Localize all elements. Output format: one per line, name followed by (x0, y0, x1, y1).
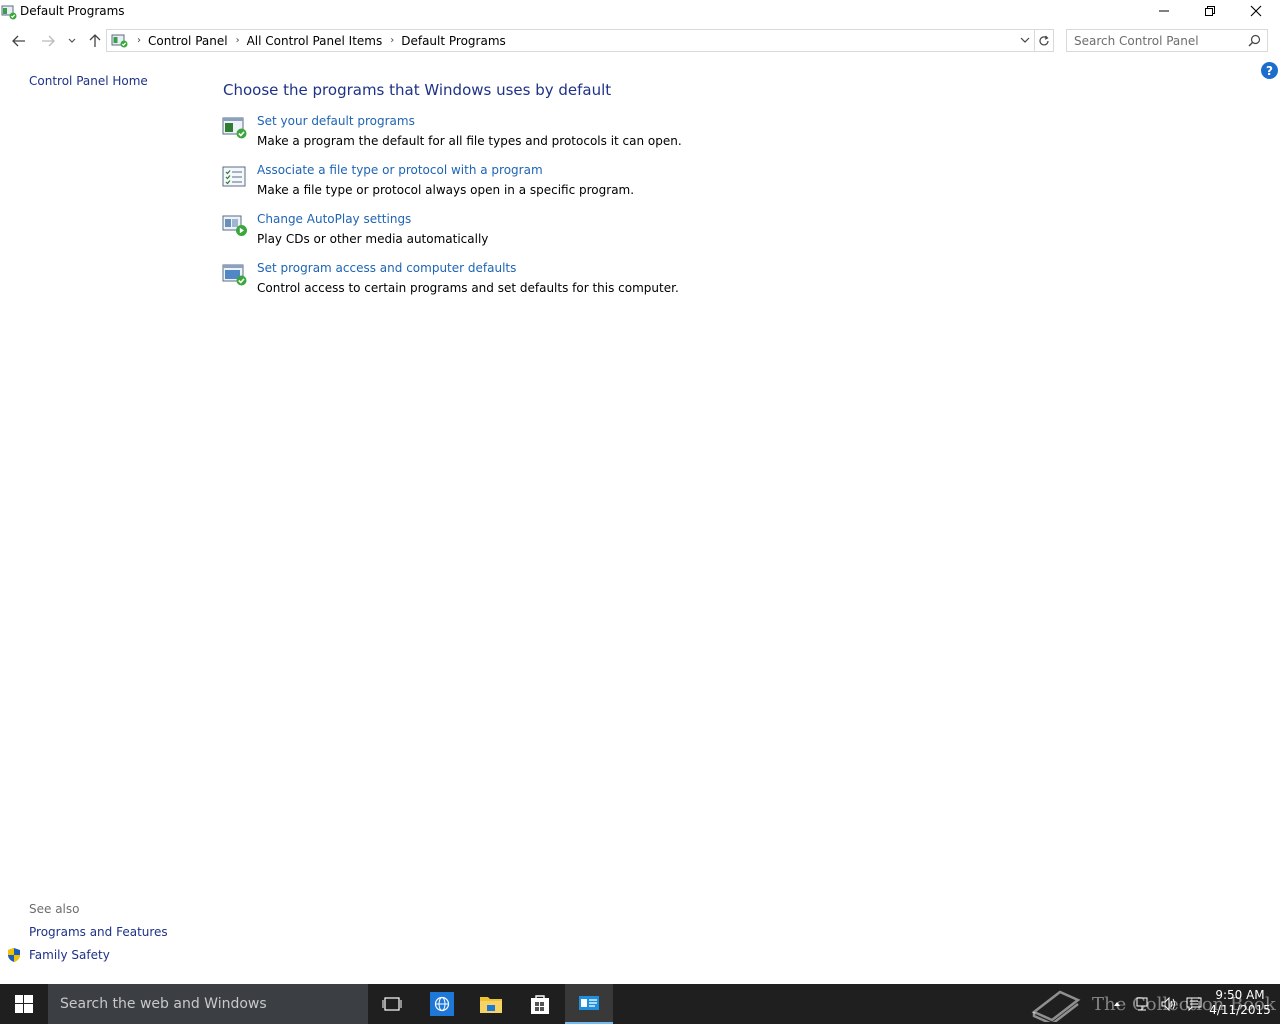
see-also-label: See also (29, 902, 80, 916)
set-default-programs-link[interactable]: Set your default programs (257, 114, 415, 128)
back-button[interactable] (9, 31, 29, 51)
notification-icon (1186, 997, 1202, 1012)
minimize-button[interactable] (1141, 0, 1187, 22)
address-bar[interactable]: › Control Panel › All Control Panel Item… (106, 29, 1035, 52)
taskbar-control-panel[interactable] (565, 984, 613, 1024)
windows-logo-icon (15, 995, 33, 1013)
clock[interactable]: 9:50 AM 4/11/2015 (1208, 988, 1272, 1018)
control-panel-icon (579, 996, 599, 1010)
task-view-icon (382, 997, 402, 1011)
program-access-link[interactable]: Set program access and computer defaults (257, 261, 516, 275)
refresh-button[interactable] (1034, 29, 1054, 52)
taskbar-search-text: Search the web and Windows (60, 996, 267, 1012)
globe-icon (430, 992, 454, 1016)
network-button[interactable] (1132, 984, 1154, 1024)
show-hidden-icons-button[interactable] (1108, 984, 1126, 1024)
control-panel-home-link[interactable]: Control Panel Home (29, 74, 148, 88)
shield-icon (8, 948, 20, 962)
breadcrumb-all-items[interactable]: All Control Panel Items (247, 34, 383, 48)
speaker-icon (1161, 996, 1175, 1012)
breadcrumb-default-programs[interactable]: Default Programs (401, 34, 506, 48)
arrow-left-icon (12, 35, 25, 47)
window-title: Default Programs (20, 4, 125, 18)
clock-time: 9:50 AM (1215, 988, 1265, 1002)
start-button[interactable] (0, 984, 48, 1024)
search-box[interactable] (1066, 29, 1268, 52)
chevron-right-icon[interactable]: › (236, 35, 240, 46)
folder-icon (480, 997, 502, 1013)
network-icon (1136, 997, 1148, 1011)
title-bar[interactable]: Default Programs (0, 0, 1280, 23)
forward-button[interactable] (38, 31, 58, 51)
restore-icon (1205, 6, 1215, 16)
chevron-right-icon: › (137, 35, 141, 46)
file-association-icon (222, 166, 246, 187)
task-view-button[interactable] (368, 984, 416, 1024)
programs-and-features-link[interactable]: Programs and Features (29, 925, 168, 939)
arrow-right-icon (42, 35, 55, 47)
chevron-down-icon[interactable] (1020, 35, 1030, 45)
taskbar-browser[interactable] (418, 984, 466, 1024)
change-autoplay-link[interactable]: Change AutoPlay settings (257, 212, 411, 226)
close-button[interactable] (1233, 0, 1279, 22)
chevron-down-icon (68, 38, 76, 43)
breadcrumb-control-panel[interactable]: Control Panel (148, 34, 228, 48)
search-icon[interactable] (1248, 34, 1261, 47)
autoplay-icon (222, 215, 247, 236)
refresh-icon (1038, 35, 1049, 45)
arrow-up-icon (89, 34, 101, 47)
program-access-icon (222, 264, 247, 286)
help-button[interactable]: ? (1261, 62, 1278, 79)
associate-file-type-link[interactable]: Associate a file type or protocol with a… (257, 163, 543, 177)
volume-button[interactable] (1158, 984, 1180, 1024)
task-description: Control access to certain programs and s… (257, 281, 679, 295)
navigation-bar: › Control Panel › All Control Panel Item… (0, 27, 1280, 55)
default-programs-app-icon (1, 5, 17, 20)
task-description: Play CDs or other media automatically (257, 232, 489, 246)
store-icon (531, 995, 549, 1014)
recent-locations-button[interactable] (62, 31, 82, 51)
search-input[interactable] (1067, 30, 1237, 51)
action-center-button[interactable] (1183, 984, 1205, 1024)
clock-date: 4/11/2015 (1209, 1003, 1271, 1017)
close-icon (1250, 5, 1262, 17)
chevron-up-icon (1114, 1002, 1120, 1006)
page-title: Choose the programs that Windows uses by… (223, 81, 612, 99)
chevron-right-icon[interactable]: › (390, 35, 394, 46)
book-icon (1031, 990, 1081, 1022)
taskbar-search-box[interactable]: Search the web and Windows (48, 984, 368, 1024)
up-button[interactable] (85, 31, 105, 51)
taskbar: Search the web and Windows The Collectio… (0, 984, 1280, 1024)
task-description: Make a program the default for all file … (257, 134, 682, 148)
taskbar-store[interactable] (516, 984, 564, 1024)
family-safety-link[interactable]: Family Safety (29, 948, 110, 962)
minimize-icon (1159, 10, 1169, 12)
taskbar-file-explorer[interactable] (467, 984, 515, 1024)
default-programs-icon (222, 117, 247, 139)
task-description: Make a file type or protocol always open… (257, 183, 635, 197)
control-panel-window: Default Programs › Control Panel › All C… (0, 0, 1280, 984)
restore-button[interactable] (1187, 0, 1233, 22)
control-panel-icon (111, 34, 128, 47)
